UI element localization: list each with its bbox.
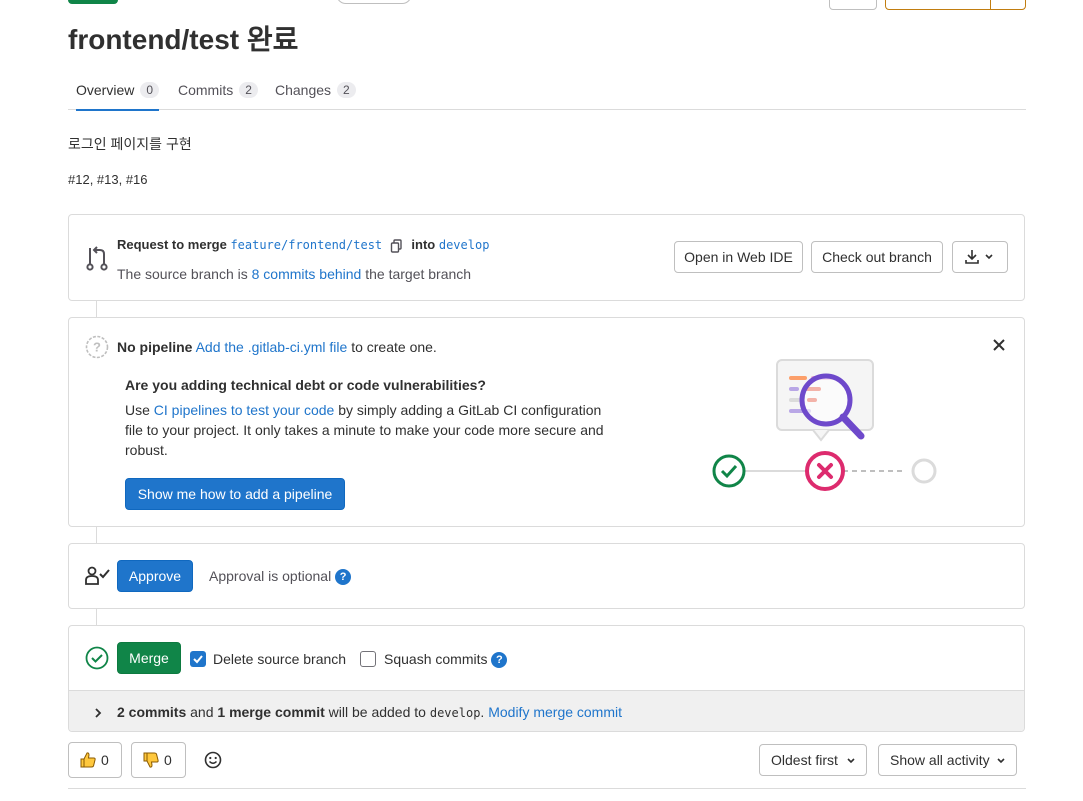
thumbs-down-button[interactable]: 0 xyxy=(131,742,186,778)
squash-commits-text: Squash commits xyxy=(384,651,488,667)
squash-commits-checkbox[interactable] xyxy=(360,651,376,667)
check-out-branch-button[interactable]: Check out branch xyxy=(811,241,943,273)
commits-count: 2 commits xyxy=(117,704,187,720)
timeline-connector xyxy=(96,300,97,318)
tab-commits-label: Commits xyxy=(178,82,234,98)
tab-overview-count: 0 xyxy=(140,82,160,98)
tab-overview-label: Overview xyxy=(76,82,135,98)
add-gitlab-ci-link[interactable]: Add the .gitlab-ci.yml file xyxy=(196,339,348,355)
approval-icon xyxy=(85,566,111,589)
download-dropdown[interactable] xyxy=(952,241,1008,273)
squash-commits-label[interactable]: Squash commits ? xyxy=(384,651,508,669)
question-circle-icon: ? xyxy=(85,335,109,362)
header-pill xyxy=(336,0,412,4)
behind-suffix: the target branch xyxy=(365,266,472,282)
target-branch-name: develop xyxy=(429,706,481,720)
period-text: . xyxy=(480,704,485,720)
question-icon[interactable]: ? xyxy=(491,652,508,669)
sort-label: Oldest first xyxy=(771,752,838,768)
into-label: into xyxy=(411,237,436,252)
sort-dropdown[interactable]: Oldest first xyxy=(759,744,867,776)
chevron-down-icon xyxy=(997,758,1005,764)
modify-merge-commit-link[interactable]: Modify merge commit xyxy=(488,704,622,720)
timeline-connector xyxy=(96,608,97,626)
ci-pipelines-link[interactable]: CI pipelines to test your code xyxy=(154,402,335,418)
no-pipeline-label: No pipeline xyxy=(117,339,193,355)
tab-commits-count: 2 xyxy=(239,82,258,98)
chevron-right-icon[interactable] xyxy=(93,706,103,722)
body-prefix: Use xyxy=(125,402,150,418)
body-line3: robust. xyxy=(125,442,168,458)
tab-overview[interactable]: Overview 0 xyxy=(76,70,160,111)
chevron-down-icon xyxy=(847,758,855,764)
pipeline-card: ? No pipeline Add the .gitlab-ci.yml fil… xyxy=(68,317,1025,527)
merge-card: Merge Delete source branch Squash commit… xyxy=(68,625,1025,732)
thumbs-up-count: 0 xyxy=(101,752,109,768)
merge-commit-summary: 2 commits and 1 merge commit will be add… xyxy=(117,704,622,720)
no-pipeline-line: No pipeline Add the .gitlab-ci.yml file … xyxy=(117,339,437,355)
pipeline-illustration xyxy=(712,359,937,491)
smiley-icon[interactable] xyxy=(204,751,222,772)
approval-card: Approve Approval is optional ? xyxy=(68,543,1025,609)
status-badge xyxy=(68,0,118,4)
thumbs-down-count: 0 xyxy=(164,752,172,768)
delete-source-branch-label[interactable]: Delete source branch xyxy=(213,651,346,667)
activity-filter-dropdown[interactable]: Show all activity xyxy=(878,744,1017,776)
approval-status: Approval is optional ? xyxy=(209,568,352,586)
body-line2: file to your project. It only takes a mi… xyxy=(125,422,604,438)
download-icon xyxy=(965,250,993,264)
activity-filter-label: Show all activity xyxy=(890,752,990,768)
and-text: and xyxy=(190,704,214,720)
body-line1-suffix: by simply adding a GitLab CI configurati… xyxy=(338,402,602,418)
merge-branches-line: Request to merge feature/frontend/test i… xyxy=(117,237,489,253)
mr-related-issues: #12, #13, #16 xyxy=(68,172,148,187)
merge-commit-count: 1 merge commit xyxy=(217,704,325,720)
copy-icon[interactable] xyxy=(390,238,404,253)
merge-button[interactable]: Merge xyxy=(117,642,181,674)
tab-commits[interactable]: Commits 2 xyxy=(178,70,258,110)
tab-changes-label: Changes xyxy=(275,82,332,98)
merge-commit-details[interactable]: 2 commits and 1 merge commit will be add… xyxy=(69,690,1024,731)
behind-status: The source branch is 8 commits behind th… xyxy=(117,266,471,282)
merge-request-info-card: Request to merge feature/frontend/test i… xyxy=(68,214,1025,301)
open-web-ide-button[interactable]: Open in Web IDE xyxy=(674,241,803,273)
pipeline-heading: Are you adding technical debt or code vu… xyxy=(125,377,486,393)
add-suffix: to create one. xyxy=(351,339,437,355)
page-title: frontend/test 완료 xyxy=(68,24,299,55)
header-split-button[interactable] xyxy=(885,0,1026,10)
approve-button[interactable]: Approve xyxy=(117,560,193,592)
thumbs-down-icon xyxy=(142,751,160,769)
check-circle-icon xyxy=(85,646,109,673)
source-branch-link[interactable]: feature/frontend/test xyxy=(230,238,382,252)
question-icon[interactable]: ? xyxy=(335,569,352,586)
mr-tabs: Overview 0 Commits 2 Changes 2 xyxy=(68,70,1026,111)
behind-prefix: The source branch is xyxy=(117,266,248,282)
thumbs-up-button[interactable]: 0 xyxy=(68,742,122,778)
close-icon[interactable] xyxy=(992,338,1006,355)
tab-changes[interactable]: Changes 2 xyxy=(275,70,356,110)
mr-description: 로그인 페이지를 구현 xyxy=(68,136,192,152)
added-to-text: will be added to xyxy=(328,704,426,720)
divider xyxy=(68,788,1026,789)
timeline-connector xyxy=(96,526,97,544)
request-to-merge-label: Request to merge xyxy=(117,237,227,252)
svg-text:?: ? xyxy=(93,340,101,355)
tab-changes-count: 2 xyxy=(337,82,356,98)
delete-source-branch-checkbox[interactable] xyxy=(190,651,206,667)
show-pipeline-howto-button[interactable]: Show me how to add a pipeline xyxy=(125,478,345,510)
pipeline-body: Use CI pipelines to test your code by si… xyxy=(125,400,625,460)
merge-request-icon xyxy=(85,245,109,274)
header-action-button[interactable] xyxy=(829,0,877,10)
commits-behind-link[interactable]: 8 commits behind xyxy=(252,266,362,282)
target-branch-link[interactable]: develop xyxy=(439,238,490,252)
approval-optional-text: Approval is optional xyxy=(209,568,332,584)
thumbs-up-icon xyxy=(79,751,97,769)
